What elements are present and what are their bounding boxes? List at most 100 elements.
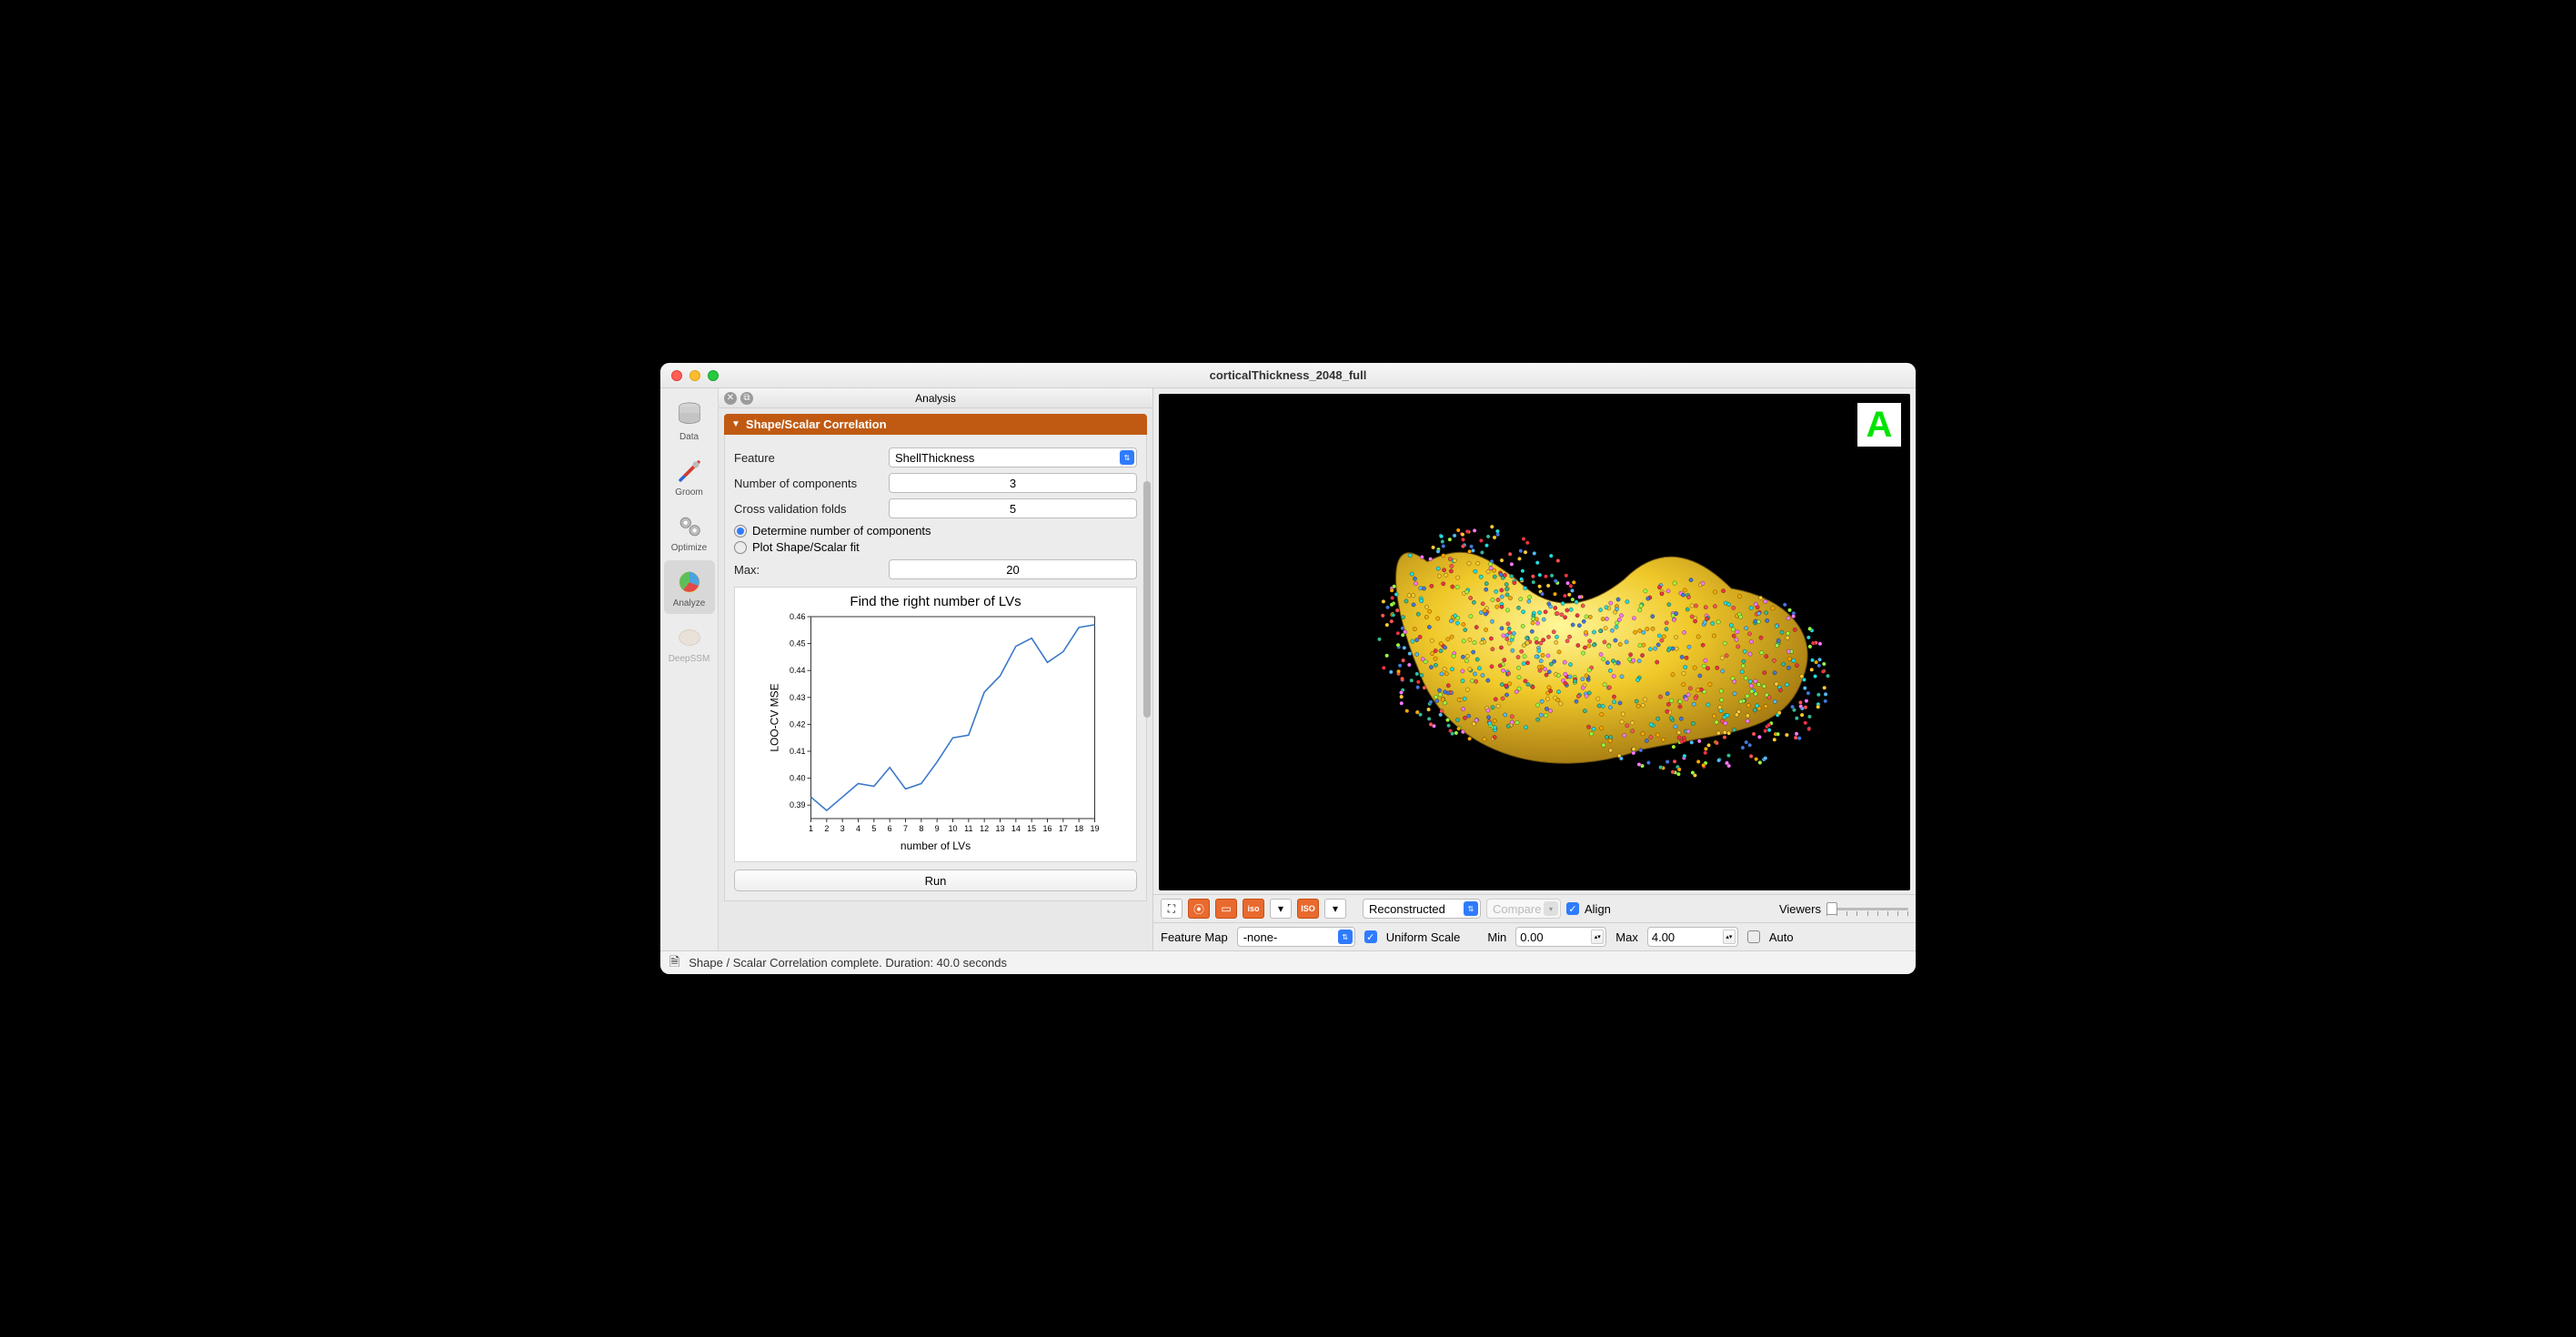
svg-text:6: 6 <box>888 824 892 833</box>
svg-text:19: 19 <box>1090 824 1099 833</box>
cv-folds-input[interactable] <box>889 498 1137 518</box>
compare-select[interactable]: Compare ▾ <box>1486 899 1561 919</box>
max-label: Max: <box>734 563 889 577</box>
iso2-icon[interactable]: ISO <box>1297 899 1319 919</box>
max-input[interactable]: 4.00 ▴▾ <box>1647 927 1738 947</box>
piechart-icon <box>673 566 706 598</box>
svg-text:5: 5 <box>871 824 876 833</box>
max-label: Max <box>1615 930 1638 944</box>
svg-text:1: 1 <box>809 824 813 833</box>
cv-folds-label: Cross validation folds <box>734 502 889 516</box>
svg-text:11: 11 <box>964 824 972 833</box>
min-input[interactable]: 0.00 ▴▾ <box>1515 927 1606 947</box>
status-text: Shape / Scalar Correlation complete. Dur… <box>689 956 1007 970</box>
chevron-down-icon: ▾ <box>1544 901 1558 916</box>
status-bar: 🗎 Shape / Scalar Correlation complete. D… <box>660 950 1916 974</box>
svg-text:17: 17 <box>1059 824 1068 833</box>
compare-value: Compare <box>1493 902 1541 916</box>
svg-text:12: 12 <box>980 824 989 833</box>
stepper-icon: ▴▾ <box>1591 930 1604 944</box>
snapshot-icon[interactable]: ▭ <box>1215 899 1237 919</box>
database-icon <box>673 399 706 432</box>
app-window: corticalThickness_2048_full Data Groom <box>660 363 1916 974</box>
panel-header: ✕ ⧉ Analysis <box>719 388 1152 408</box>
section-header-shape-scalar[interactable]: ▼ Shape/Scalar Correlation <box>724 414 1147 435</box>
dropdown-chevron-icon[interactable]: ▾ <box>1270 899 1292 919</box>
window-title: corticalThickness_2048_full <box>660 368 1916 382</box>
svg-text:0.46: 0.46 <box>790 612 806 621</box>
sidebar-item-data[interactable]: Data <box>664 394 715 447</box>
svg-text:0.40: 0.40 <box>790 774 806 783</box>
svg-text:7: 7 <box>903 824 908 833</box>
num-components-input[interactable] <box>889 473 1137 493</box>
panel-close-icon[interactable]: ✕ <box>724 392 737 405</box>
dropdown2-chevron-icon[interactable]: ▾ <box>1324 899 1346 919</box>
panel-popout-icon[interactable]: ⧉ <box>740 392 753 405</box>
max-input[interactable] <box>889 559 1137 579</box>
record-icon[interactable]: ⦿ <box>1188 899 1210 919</box>
fit-view-icon[interactable]: ⛶ <box>1161 899 1182 919</box>
svg-text:9: 9 <box>935 824 940 833</box>
viewer-toolbar: ⛶ ⦿ ▭ iso ▾ ISO ▾ Reconstructed ⇅ Compar… <box>1153 894 1916 922</box>
min-label: Min <box>1487 930 1506 944</box>
align-checkbox[interactable]: ✓ <box>1566 902 1579 915</box>
auto-label: Auto <box>1769 930 1794 944</box>
svg-text:0.44: 0.44 <box>790 666 806 675</box>
lv-chart: Find the right number of LVs0.390.400.41… <box>734 587 1137 862</box>
num-components-label: Number of components <box>734 477 889 490</box>
3d-viewer[interactable]: A <box>1159 394 1910 890</box>
featuremap-label: Feature Map <box>1161 930 1228 944</box>
viewers-slider[interactable] <box>1826 900 1908 917</box>
svg-text:0.43: 0.43 <box>790 693 806 702</box>
feature-select[interactable]: ShellThickness ⇅ <box>889 447 1137 467</box>
svg-text:8: 8 <box>919 824 923 833</box>
feature-map-bar: Feature Map -none- ⇅ ✓ Uniform Scale Min… <box>1153 922 1916 950</box>
triangle-down-icon: ▼ <box>731 419 740 429</box>
sidebar-item-label: Optimize <box>671 543 707 553</box>
featuremap-select[interactable]: -none- ⇅ <box>1237 927 1355 947</box>
run-button[interactable]: Run <box>734 870 1137 891</box>
uniform-scale-label: Uniform Scale <box>1386 930 1461 944</box>
svg-text:number of LVs: number of LVs <box>901 839 971 852</box>
viewers-label: Viewers <box>1779 902 1821 916</box>
radio-off-icon <box>734 541 747 554</box>
document-icon: 🗎 <box>669 952 679 974</box>
svg-text:10: 10 <box>948 824 957 833</box>
svg-text:0.45: 0.45 <box>790 639 806 648</box>
iso-icon[interactable]: iso <box>1243 899 1264 919</box>
analysis-panel: ✕ ⧉ Analysis ▼ Shape/Scalar Correlation … <box>719 388 1153 950</box>
sidebar-item-deepssm[interactable]: DeepSSM <box>664 616 715 669</box>
uniform-scale-checkbox[interactable]: ✓ <box>1364 930 1377 943</box>
align-label: Align <box>1585 902 1611 916</box>
sidebar-item-groom[interactable]: Groom <box>664 449 715 503</box>
view-mode-value: Reconstructed <box>1369 902 1445 916</box>
radio-determine-label: Determine number of components <box>752 524 931 538</box>
viewer-corner-label: A <box>1857 403 1901 447</box>
svg-text:0.42: 0.42 <box>790 719 806 729</box>
tools-icon <box>673 455 706 488</box>
radio-plot-label: Plot Shape/Scalar fit <box>752 540 860 554</box>
brain-icon <box>673 621 706 654</box>
sidebar-item-label: Groom <box>675 488 703 498</box>
svg-text:14: 14 <box>1011 824 1021 833</box>
stepper-icon: ▴▾ <box>1723 930 1736 944</box>
svg-text:13: 13 <box>995 824 1004 833</box>
chevron-updown-icon: ⇅ <box>1464 901 1478 916</box>
chevron-updown-icon: ⇅ <box>1338 930 1353 944</box>
auto-checkbox[interactable] <box>1747 930 1760 943</box>
chevron-updown-icon: ⇅ <box>1120 450 1134 465</box>
panel-scrollbar[interactable] <box>1142 408 1152 950</box>
svg-text:4: 4 <box>856 824 860 833</box>
mode-sidebar: Data Groom Optimize Analyze <box>660 388 719 950</box>
sidebar-item-label: DeepSSM <box>669 654 710 664</box>
viewer-column: A ⛶ ⦿ ▭ iso ▾ ISO ▾ Reconstructed ⇅ Comp… <box>1153 388 1916 950</box>
radio-determine-components[interactable]: Determine number of components <box>734 524 1137 538</box>
panel-title: Analysis <box>915 392 956 405</box>
svg-text:16: 16 <box>1042 824 1052 833</box>
sidebar-item-optimize[interactable]: Optimize <box>664 505 715 558</box>
radio-plot-fit[interactable]: Plot Shape/Scalar fit <box>734 540 1137 554</box>
sidebar-item-analyze[interactable]: Analyze <box>664 560 715 614</box>
svg-text:0.41: 0.41 <box>790 747 806 756</box>
radio-on-icon <box>734 525 747 538</box>
view-mode-select[interactable]: Reconstructed ⇅ <box>1363 899 1481 919</box>
